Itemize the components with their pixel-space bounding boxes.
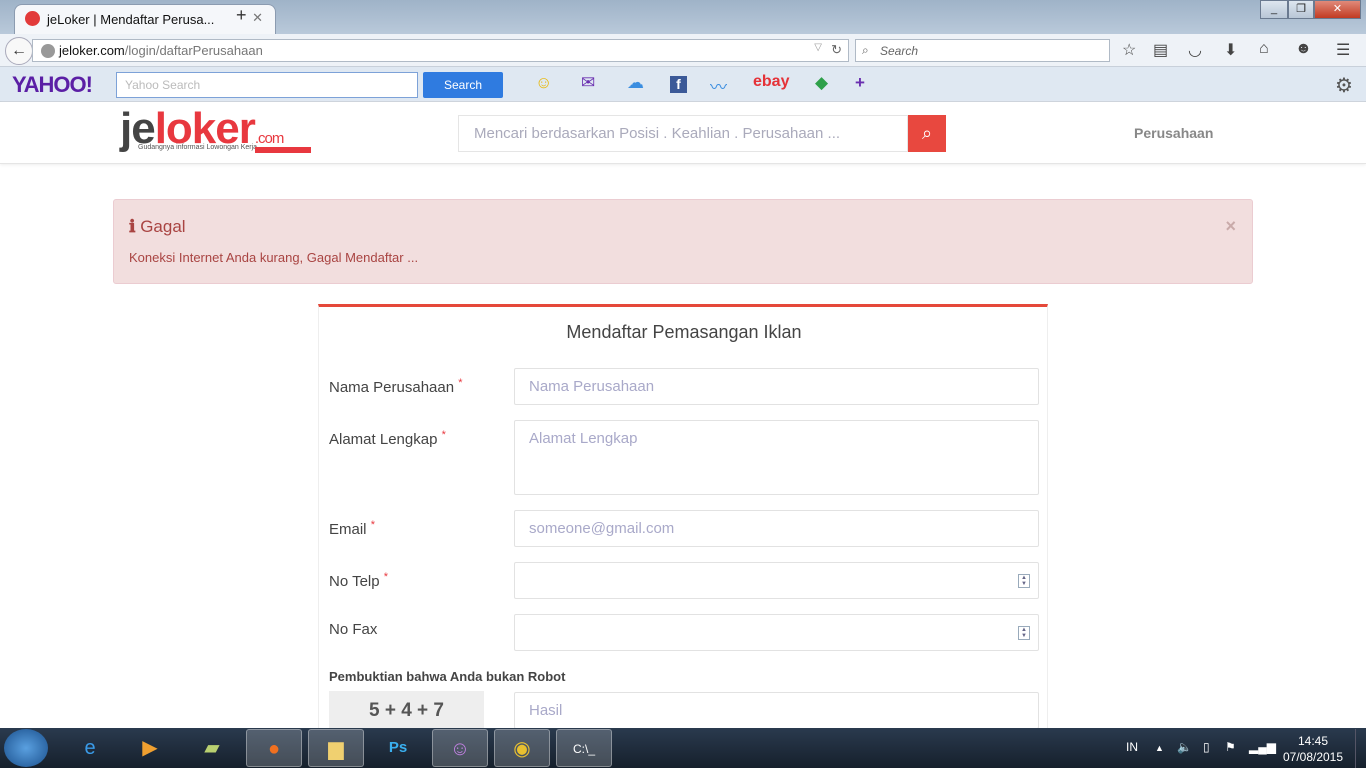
messenger-app-icon[interactable]: ☺ [432, 729, 488, 767]
clock[interactable]: 14:45 07/08/2015 [1278, 733, 1348, 765]
no-telp-input[interactable]: ▲ ▼ [514, 562, 1039, 599]
home-icon[interactable]: ⌂ [1259, 40, 1269, 58]
globe-icon [41, 44, 55, 58]
alert-message: Koneksi Internet Anda kurang, Gagal Mend… [129, 250, 419, 265]
new-tab-icon[interactable]: + [236, 5, 247, 26]
network-signal-icon[interactable]: ▂▄▆ [1249, 740, 1276, 754]
messenger-icon[interactable]: ☺ [535, 73, 552, 93]
url-bar[interactable]: jeloker.com/login/daftarPerusahaan ↻ ▽ [32, 39, 849, 62]
label-alamat-lengkap: Alamat Lengkap * [329, 429, 446, 448]
chat-icon[interactable]: ☻ [1295, 40, 1312, 58]
yahoo-logo[interactable]: YAHOO! [12, 72, 93, 98]
reading-list-icon[interactable]: ▤ [1153, 40, 1168, 60]
download-icon[interactable]: ⬇ [1224, 40, 1237, 60]
battery-icon[interactable]: ▯ [1203, 740, 1210, 754]
command-prompt-icon[interactable]: C:\_ [556, 729, 612, 767]
menu-icon[interactable]: ☰ [1336, 40, 1350, 60]
facebook-icon[interactable]: f [670, 76, 687, 93]
url-domain: jeloker.com [59, 43, 125, 58]
registration-form: Mendaftar Pemasangan Iklan Nama Perusaha… [318, 304, 1048, 734]
alamat-lengkap-textarea[interactable]: Alamat Lengkap [514, 420, 1039, 495]
tab-title: jeLoker | Mendaftar Perusa... [47, 12, 215, 27]
language-indicator[interactable]: IN [1126, 740, 1138, 754]
bookmark-star-icon[interactable]: ☆ [1122, 40, 1136, 60]
photoshop-icon[interactable]: Ps [370, 729, 426, 767]
label-nama-perusahaan: Nama Perusahaan * [329, 377, 463, 396]
pocket-icon[interactable]: ◡ [1188, 40, 1202, 60]
minimize-button[interactable]: _ [1260, 0, 1288, 19]
firefox-icon[interactable]: ● [246, 729, 302, 767]
action-center-flag-icon[interactable]: ⚑ [1225, 740, 1236, 754]
form-title: Mendaftar Pemasangan Iklan [566, 322, 802, 342]
weather-icon[interactable]: ☁ [627, 73, 644, 93]
site-search-button[interactable]: ⌕ [908, 115, 946, 152]
number-spinner[interactable]: ▲ ▼ [1018, 626, 1030, 640]
start-button[interactable] [4, 729, 48, 767]
no-fax-input[interactable]: ▲ ▼ [514, 614, 1039, 651]
email-input[interactable]: someone@gmail.com [514, 510, 1039, 547]
label-no-telp: No Telp * [329, 571, 389, 590]
media-player-icon[interactable]: ▶ [122, 729, 178, 767]
label-no-fax: No Fax [329, 621, 378, 638]
back-button[interactable]: ← [5, 37, 33, 65]
settings-gear-icon[interactable]: ⚙ [1335, 73, 1353, 98]
shopping-tag-icon[interactable]: ◆ [815, 73, 828, 93]
site-favicon-icon [25, 11, 40, 26]
search-icon: ⌕ [921, 123, 933, 143]
yahoo-search-input[interactable]: Yahoo Search [116, 72, 418, 98]
maximize-button[interactable]: ❐ [1288, 0, 1314, 19]
captcha-question: 5 + 4 + 7 [329, 691, 484, 733]
close-window-button[interactable]: ✕ [1314, 0, 1361, 19]
notes-icon[interactable]: ▰ [184, 729, 240, 767]
add-icon[interactable]: + [855, 73, 865, 93]
mail-icon[interactable]: ✉ [581, 73, 595, 93]
show-hidden-icons[interactable]: ▲ [1155, 743, 1164, 753]
error-alert: ℹ Gagal Koneksi Internet Anda kurang, Ga… [113, 199, 1253, 284]
browser-search-input[interactable]: ⌕ Search [855, 39, 1110, 62]
close-tab-icon[interactable]: ✕ [252, 10, 263, 26]
nama-perusahaan-input[interactable]: Nama Perusahaan [514, 368, 1039, 405]
tagline-bar [255, 147, 311, 153]
ebay-icon[interactable]: ebay [753, 73, 789, 91]
file-explorer-icon[interactable]: ▆ [308, 729, 364, 767]
chrome-icon[interactable]: ◉ [494, 729, 550, 767]
volume-icon[interactable]: 🔈 [1177, 740, 1192, 754]
reload-icon[interactable]: ↻ [831, 42, 842, 58]
number-spinner[interactable]: ▲ ▼ [1018, 574, 1030, 588]
browser-tab-bar: jeLoker | Mendaftar Perusa... ✕ + _ ❐ ✕ [0, 0, 1366, 34]
yahoo-search-button[interactable]: Search [423, 72, 503, 98]
search-icon: ⌕ [862, 43, 869, 57]
captcha-answer-input[interactable]: Hasil [514, 692, 1039, 729]
label-email: Email * [329, 519, 375, 538]
site-search-input[interactable]: Mencari berdasarkan Posisi . Keahlian . … [458, 115, 908, 152]
logo-tagline: Gudangnya informasi Lowongan Kerja [138, 144, 258, 151]
search-placeholder: Search [880, 44, 919, 58]
internet-explorer-icon[interactable]: e [62, 729, 118, 767]
close-alert-icon[interactable]: × [1225, 216, 1236, 237]
finance-icon[interactable]: 〰 [710, 73, 727, 98]
alert-title: ℹ Gagal [129, 217, 186, 236]
captcha-label: Pembuktian bahwa Anda bukan Robot [329, 669, 566, 684]
dropdown-icon[interactable]: ▽ [814, 42, 822, 53]
show-desktop-button[interactable] [1355, 729, 1366, 768]
nav-perusahaan[interactable]: Perusahaan [1134, 125, 1213, 141]
info-icon: ℹ [129, 217, 136, 236]
url-path: /login/daftarPerusahaan [124, 43, 263, 58]
